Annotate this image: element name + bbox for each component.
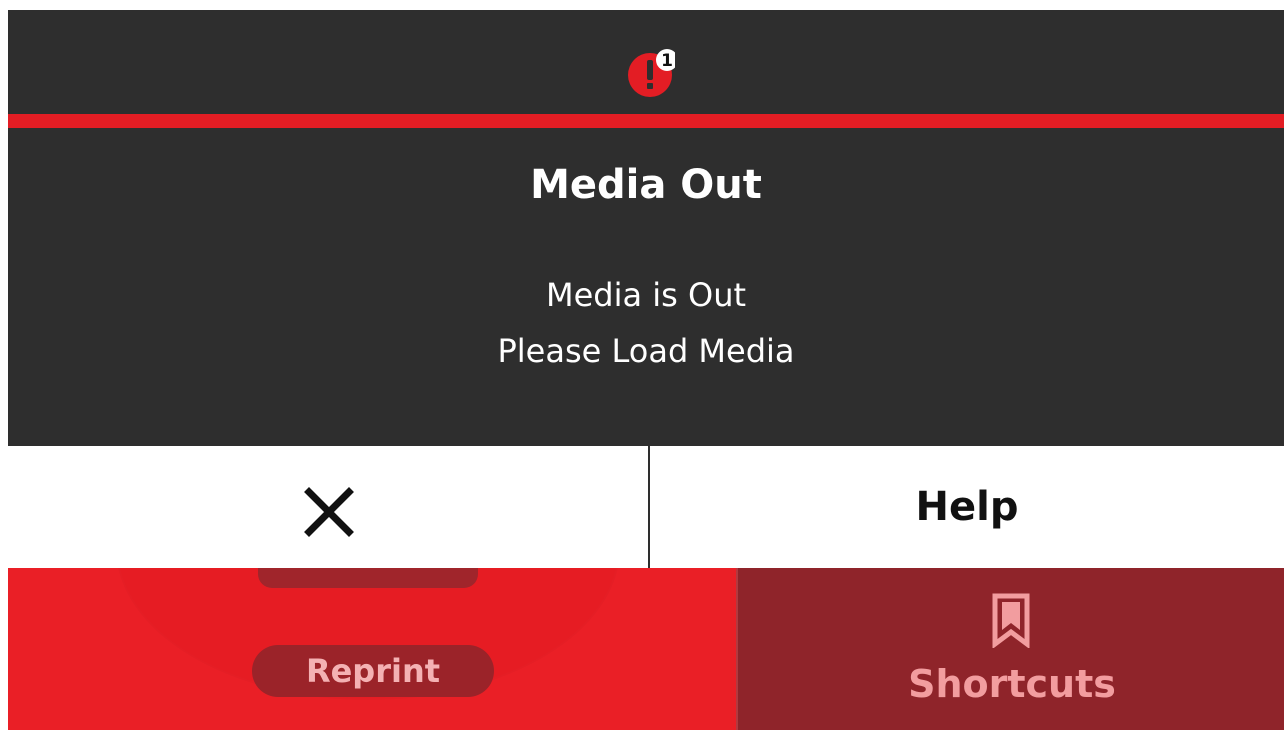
alert-accent-bar: [8, 114, 1284, 128]
alert-actions: Help: [8, 446, 1284, 568]
status-header: 1: [8, 10, 1284, 114]
help-button[interactable]: Help: [650, 446, 1284, 568]
alert-message-line-1: Media is Out: [545, 276, 747, 314]
close-icon: [304, 487, 354, 537]
screen-edge: [0, 0, 8, 730]
alert-title: Media Out: [530, 162, 762, 208]
shortcuts-button[interactable]: Shortcuts: [736, 568, 1284, 730]
home-dial-tab[interactable]: [258, 568, 478, 588]
shortcuts-label: Shortcuts: [908, 662, 1116, 706]
printer-display: 1 Media Out Media is Out Please Load Med…: [8, 10, 1284, 730]
alert-count-badge: 1: [661, 51, 673, 71]
bottom-nav: Reprint Shortcuts: [8, 568, 1284, 730]
home-panel: Reprint: [8, 568, 736, 730]
reprint-button[interactable]: Reprint: [252, 645, 494, 697]
alert-message-line-2: Please Load Media: [497, 332, 795, 370]
dismiss-button[interactable]: [8, 446, 648, 568]
alert-exclamation-icon[interactable]: 1: [625, 48, 678, 98]
bookmark-icon: [992, 593, 1030, 648]
